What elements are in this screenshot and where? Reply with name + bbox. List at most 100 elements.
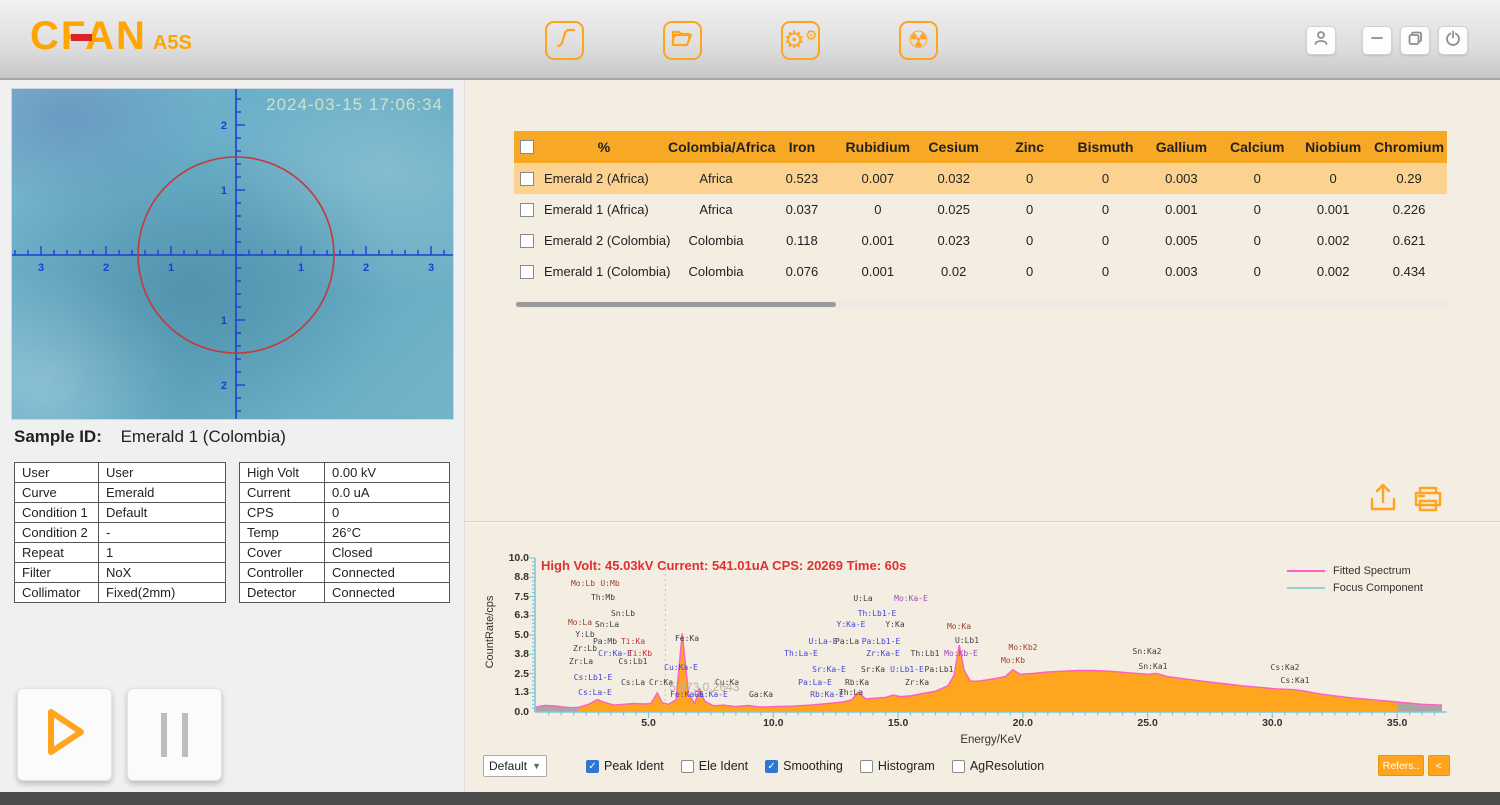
peak-label: Y:Ka-E [836, 620, 866, 629]
value-cell: 0 [1253, 171, 1261, 186]
value-cell: 0.118 [786, 233, 818, 248]
value-cell: 0 [1253, 202, 1261, 217]
y-axis-tick-label: 10.0 [508, 552, 529, 564]
origin-cell: Africa [699, 202, 733, 217]
refers-button[interactable]: Refers.. [1378, 755, 1424, 776]
print-button[interactable] [1411, 483, 1445, 517]
left-panel: 3 2 1 1 2 3 2 1 1 2 2024-03-15 17:06:34 Sample ID… [0, 80, 465, 793]
value-cell: 0.002 [1316, 264, 1350, 279]
acquisition-info-text: High Volt: 45.03kV Current: 541.01uA CPS… [541, 558, 907, 573]
column-header: Gallium [1155, 139, 1208, 155]
param-value: NoX [98, 562, 226, 583]
play-icon [41, 706, 89, 763]
peak-label: Ga:Ka [748, 690, 774, 699]
peak-label: Pa:Lb1 [924, 665, 954, 674]
table-row[interactable]: Emerald 1 (Colombia) Colombia 0.076 0.001 0.… [514, 256, 1447, 287]
power-button[interactable] [1438, 26, 1468, 55]
open-folder-button[interactable] [663, 21, 702, 60]
settings-button[interactable]: ⚙⚙ [781, 21, 820, 60]
legend-label: Focus Component [1333, 581, 1423, 594]
brand-logo-accent [71, 34, 92, 41]
row-checkbox[interactable] [520, 233, 534, 248]
table-row[interactable]: Emerald 2 (Africa) Africa 0.523 0.007 0.032 0… [514, 163, 1447, 194]
checkbox-box[interactable]: ✓ [586, 759, 599, 773]
value-cell: 0 [1329, 171, 1337, 186]
window-controls [1306, 26, 1468, 55]
checkbox-peak-ident[interactable]: ✓ Peak Ident [586, 759, 664, 773]
checkbox-label: Histogram [877, 759, 935, 773]
param-value: Closed [324, 542, 450, 563]
checkbox-smoothing[interactable]: ✓ Smoothing [765, 759, 843, 773]
x-axis-tick-label: 5.0 [641, 717, 656, 729]
checkbox-agresolution[interactable]: AgResolution [951, 759, 1044, 773]
value-cell: 0.023 [937, 233, 970, 248]
spectrum-chart[interactable]: High Volt: 45.03kV Current: 541.01uA CPS… [484, 552, 1447, 746]
collapse-button[interactable]: < [1428, 755, 1450, 776]
radiation-icon: ☢ [907, 26, 930, 54]
x-axis-tick-label: 35.0 [1386, 717, 1408, 729]
scrollbar-thumb[interactable] [516, 302, 836, 307]
svg-text:2: 2 [221, 380, 227, 392]
spectrum-curve-button[interactable] [545, 21, 584, 60]
peak-label: U:Lb1 [954, 636, 980, 645]
checkbox-box[interactable] [951, 759, 965, 773]
checkbox-box[interactable] [859, 759, 873, 773]
row-checkbox[interactable] [520, 264, 534, 279]
peak-label: Mo:Lb [570, 579, 596, 588]
param-label: Condition 1 [14, 502, 99, 523]
column-header: Cesium [928, 139, 979, 155]
start-measurement-button[interactable] [17, 688, 112, 781]
y-axis-tick-label: 7.5 [514, 590, 529, 603]
value-cell: 0.001 [1165, 202, 1198, 217]
param-label: Curve [14, 482, 99, 503]
svg-text:2: 2 [363, 262, 369, 274]
results-hscrollbar[interactable] [514, 301, 1447, 308]
checkbox-ele-ident[interactable]: Ele Ident [680, 759, 748, 773]
peak-label: Zr:Ka-E [866, 649, 900, 658]
sample-name-cell: Emerald 2 (Africa) [544, 171, 649, 186]
cursor-readout: 5.673,0.2643 [669, 680, 740, 694]
column-header: Rubidium [845, 139, 911, 155]
sample-name-cell: Emerald 1 (Colombia) [544, 264, 671, 279]
table-row[interactable]: Emerald 1 (Africa) Africa 0.037 0 0.025 0 0 0.0… [514, 194, 1447, 225]
measurement-params-table: User User Curve Emerald Condition 1 Defa… [14, 462, 226, 603]
param-label: Cover [239, 542, 325, 563]
restore-button[interactable] [1400, 26, 1430, 55]
y-axis-tick-label: 0.0 [514, 706, 529, 718]
row-checkbox[interactable] [520, 202, 534, 217]
minimize-button[interactable] [1362, 26, 1392, 55]
column-header: Calcium [1230, 139, 1285, 155]
row-checkbox[interactable] [520, 171, 534, 186]
y-axis-tick-label: 3.8 [514, 647, 529, 660]
results-header-row: % Colombia/Africa Iron Rubidium Cesium Zinc Bi… [514, 131, 1447, 163]
param-label: Collimator [14, 582, 99, 603]
checkbox-box[interactable] [680, 759, 694, 773]
xray-source-button[interactable]: ☢ [899, 21, 938, 60]
stop-measurement-button[interactable] [127, 688, 222, 781]
select-all-checkbox[interactable] [520, 140, 534, 154]
peak-label: U:La-E [808, 637, 838, 646]
export-button[interactable] [1366, 482, 1400, 516]
value-cell: 0.226 [1392, 202, 1426, 217]
svg-text:1: 1 [298, 262, 304, 274]
param-value: Connected [324, 562, 450, 583]
brand-model: A5S [152, 32, 192, 54]
legend-swatch [1287, 586, 1325, 589]
camera-view[interactable]: 3 2 1 1 2 3 2 1 1 2 2024-03-15 17:06:34 [11, 88, 454, 420]
curve-icon [553, 26, 577, 55]
peak-label: Cs:La [620, 678, 646, 687]
peak-label: Sn:La [594, 620, 620, 629]
checkbox-box[interactable]: ✓ [765, 759, 779, 773]
value-cell: 0 [1025, 202, 1034, 217]
peak-label: Cs:Ka2 [1270, 663, 1300, 672]
user-button[interactable] [1306, 26, 1336, 55]
preset-dropdown[interactable]: Default ▼ [483, 755, 547, 777]
param-row: Cover Closed [239, 542, 450, 563]
table-row[interactable]: Emerald 2 (Colombia) Colombia 0.118 0.001 0.… [514, 225, 1447, 256]
legend-item: Focus Component [1287, 579, 1423, 596]
param-value: 0.00 kV [324, 462, 450, 483]
peak-label: Th:Lb1-E [857, 609, 897, 618]
checkbox-histogram[interactable]: Histogram [859, 759, 935, 773]
peak-label: Cs:Lb1-E [573, 673, 613, 682]
peak-label: Fe:Ka [674, 634, 700, 643]
